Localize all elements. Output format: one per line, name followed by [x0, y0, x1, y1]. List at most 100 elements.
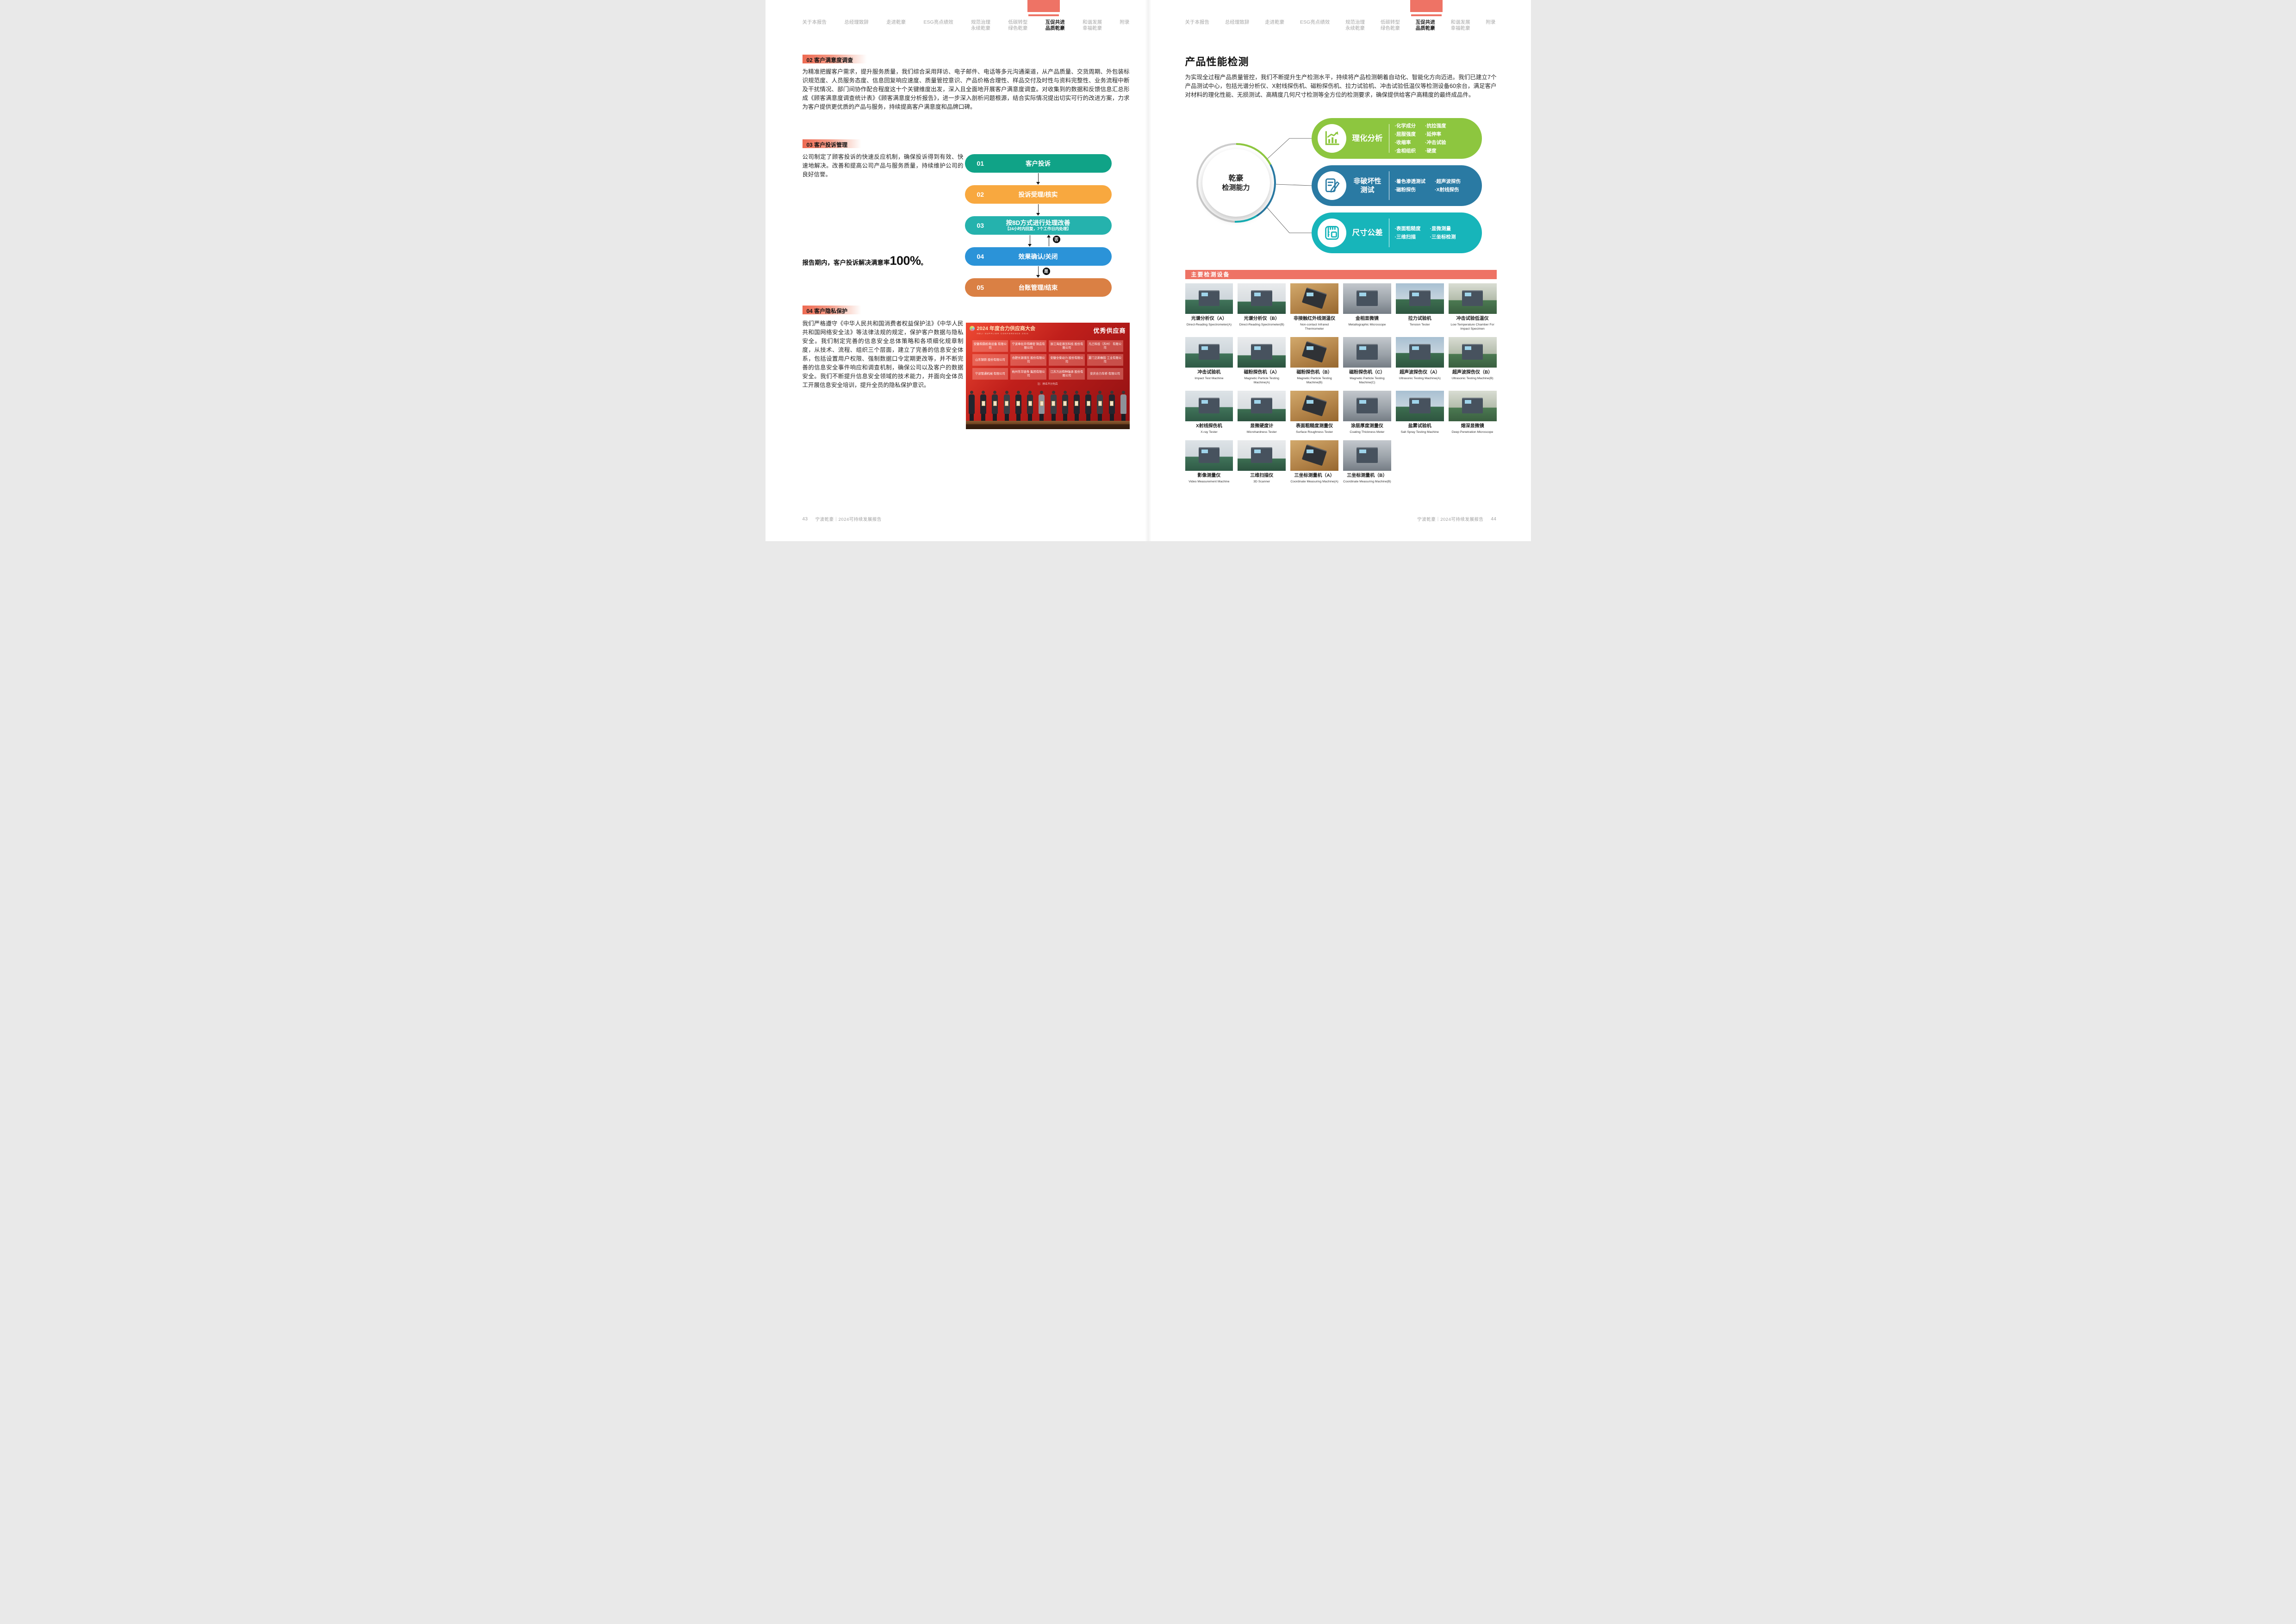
equipment-photo: [1185, 337, 1233, 368]
page-number: 43: [803, 517, 808, 522]
equipment-section-header: 主要检测设备: [1185, 270, 1497, 279]
document-edit-icon: [1318, 171, 1346, 200]
nav-tab[interactable]: 低碳转型 绿色乾豪: [1008, 19, 1027, 31]
equipment-photo: [1290, 391, 1338, 421]
equipment-name-zh: 影像测量仪: [1185, 473, 1233, 479]
flow-step-5: 05 台账管理/结束: [965, 278, 1112, 297]
equipment-card: 三坐标测量机（B） Coordinate Measuring Machine(B…: [1343, 440, 1391, 484]
equipment-photo: [1396, 391, 1444, 421]
nav-tab[interactable]: 附录: [1486, 19, 1495, 25]
flow-step-label: 客户投诉: [1026, 160, 1051, 167]
awardees-group: [969, 389, 1127, 421]
group-name: 理化分析: [1346, 134, 1389, 143]
equipment-card: 磁粉探伤机（B） Magnetic Particle Testing Machi…: [1290, 337, 1338, 385]
equipment-name-zh: X射线探伤机: [1185, 424, 1233, 429]
complaint-flowchart: 01 客户投诉 02 投诉受理/核实 03 按8D方式进行处理改善 【24小时内…: [965, 154, 1112, 298]
flow-step-number: 02: [977, 185, 984, 204]
flow-step-1: 01 客户投诉: [965, 154, 1112, 173]
equipment-name-zh: 盐雾试验机: [1396, 424, 1444, 429]
nav-tab[interactable]: 和谐发展 幸福乾豪: [1083, 19, 1102, 31]
section-02-body: 为精准把握客户需求，提升服务质量，我们综合采用拜访、电子邮件、电话等多元沟通渠道…: [803, 68, 1130, 112]
excellent-supplier-tag: 优秀供应商: [1093, 326, 1126, 335]
equipment-name-zh: 金相显微镜: [1343, 316, 1391, 322]
capability-ring: 乾豪 检测能力: [1196, 143, 1276, 223]
flow-step-sublabel: 【24小时内回复，7个工作日内处理】: [1005, 226, 1071, 231]
supplier-name-box: 江苏万达特种轴承 股份有限公司: [1049, 368, 1085, 380]
equipment-name-zh: 超声波探伤仪（A）: [1396, 370, 1444, 375]
equipment-name-zh: 显微硬度计: [1238, 424, 1286, 429]
person-silhouette: [1120, 391, 1126, 421]
nav-tab[interactable]: 互促共进 品质乾豪: [1416, 19, 1435, 31]
equipment-photo: [1343, 283, 1391, 314]
nav-tab[interactable]: ESG亮点绩效: [1300, 19, 1330, 25]
equipment-name-en: Low Temperature Chamber For Impact Speci…: [1449, 323, 1497, 331]
nav-tab[interactable]: 附录: [1120, 19, 1129, 25]
page-left: 关于本报告 总经理致辞 走进乾豪 ESG亮点绩效 规范治理 永续乾豪 低碳转型 绿色乾豪 互…: [765, 0, 1148, 541]
bar-chart-growth-icon: [1318, 124, 1346, 153]
equipment-photo: [1238, 391, 1286, 421]
supplier-name-box: 安徽全柴动力 股份有限公司: [1049, 354, 1085, 366]
supplier-name-box: 厦门正新橡胶 工业有限公司: [1087, 354, 1123, 366]
equipment-photo: [1238, 440, 1286, 471]
equipment-card: 金相显微镜 Metallographic Microscope: [1343, 283, 1391, 331]
page-title: 产品性能检测: [1185, 54, 1249, 69]
equipment-card: 冲击试验机 Impact Test Machine: [1185, 337, 1233, 385]
supplier-name-box: 杭州东华链条 集团有限公司: [1010, 368, 1046, 380]
equipment-name-en: Magnetic Particle Testing Machine(A): [1238, 376, 1286, 385]
nav-tab[interactable]: 关于本报告: [1185, 19, 1210, 25]
equipment-name-en: 3D Scanner: [1238, 480, 1286, 484]
supplier-name-box: 山东钢铁 股份有限公司: [972, 354, 1008, 366]
person-silhouette: [1062, 391, 1068, 421]
nav-tab[interactable]: ESG亮点绩效: [924, 19, 953, 25]
nav-tab[interactable]: 总经理致辞: [1225, 19, 1250, 25]
footer-text: 宁波乾豪｜2024可持续发展报告: [815, 516, 882, 522]
equipment-name-zh: 三坐标测量机（B）: [1343, 473, 1391, 479]
equipment-card: 三维扫描仪 3D Scanner: [1238, 440, 1286, 484]
flow-step-number: 03: [977, 216, 984, 235]
nav-tab[interactable]: 和谐发展 幸福乾豪: [1451, 19, 1470, 31]
page-right: 关于本报告 总经理致辞 走进乾豪 ESG亮点绩效 规范治理 永续乾豪 低碳转型 绿色乾豪 互…: [1148, 0, 1531, 541]
conference-logo-icon: [970, 326, 975, 331]
caliper-icon: [1318, 219, 1346, 247]
nav-tab[interactable]: 互促共进 品质乾豪: [1045, 19, 1065, 31]
footer-text: 宁波乾豪｜2024可持续发展报告: [1417, 516, 1483, 522]
report-spread: 关于本报告 总经理致辞 走进乾豪 ESG亮点绩效 规范治理 永续乾豪 低碳转型 绿色乾豪 互…: [765, 0, 1531, 541]
testing-capability-diagram: 乾豪 检测能力 理化分析: [1148, 117, 1531, 261]
flow-step-label: 投诉受理/核实: [1019, 191, 1058, 198]
nav-tab[interactable]: 走进乾豪: [1265, 19, 1284, 25]
equipment-name-en: Deep Penetration Microscope: [1449, 430, 1497, 434]
section-04-body: 我们严格遵守《中华人民共和国消费者权益保护法》《中华人民共和国网络安全法》等法律…: [803, 319, 964, 390]
nav-tab[interactable]: 走进乾豪: [886, 19, 906, 25]
nav-tab[interactable]: 规范治理 永续乾豪: [971, 19, 990, 31]
person-silhouette: [1003, 391, 1010, 421]
equipment-card: 表面粗糙度测量仪 Surface Roughness Tester: [1290, 391, 1338, 434]
equipment-card: 冲击试验低温仪 Low Temperature Chamber For Impa…: [1449, 283, 1497, 331]
flow-step-3: 03 按8D方式进行处理改善 【24小时内回复，7个工作日内处理】: [965, 216, 1112, 235]
flow-step-number: 05: [977, 278, 984, 297]
chapter-bookmark-icon: [1027, 0, 1060, 12]
equipment-name-en: Tension Tester: [1396, 323, 1444, 327]
equipment-name-zh: 冲击试验机: [1185, 370, 1233, 375]
flow-yes-badge: 是: [1043, 268, 1050, 275]
capability-group-ndt: 非破坏性 测试 ·着色渗透测试 ·磁粉探伤 ·超声波探伤 ·X射线探伤: [1312, 165, 1482, 206]
equipment-card: 熔深显微镜 Deep Penetration Microscope: [1449, 391, 1497, 434]
equipment-name-zh: 磁粉探伤机（C）: [1343, 370, 1391, 375]
flow-step-number: 04: [977, 247, 984, 266]
person-silhouette: [1027, 391, 1033, 421]
nav-tab[interactable]: 规范治理 永续乾豪: [1345, 19, 1365, 31]
nav-tab[interactable]: 低碳转型 绿色乾豪: [1381, 19, 1400, 31]
equipment-card: 超声波探伤仪（B） Ultrasonic Testing Machine(B): [1449, 337, 1497, 385]
equipment-card: 显微硬度计 Microhardness Tester: [1238, 391, 1286, 434]
equipment-photo: [1185, 283, 1233, 314]
supplier-name-box: 安庆合力车桥 有限公司: [1087, 368, 1123, 380]
equipment-name-en: Surface Roughness Tester: [1290, 430, 1338, 434]
equipment-name-en: X-ray Tester: [1185, 430, 1233, 434]
equipment-card: 超声波探伤仪（A） Ultrasonic Testing Machine(A): [1396, 337, 1444, 385]
center-label-line1: 乾豪: [1228, 174, 1243, 183]
flow-step-4: 04 效果确认/关闭: [965, 247, 1112, 266]
arrow-down-icon: [1038, 173, 1039, 182]
section-badge-03: 03 客户投诉管理: [803, 139, 862, 148]
nav-tab[interactable]: 总经理致辞: [844, 19, 869, 25]
equipment-photo: [1449, 337, 1497, 368]
nav-tab[interactable]: 关于本报告: [803, 19, 827, 25]
